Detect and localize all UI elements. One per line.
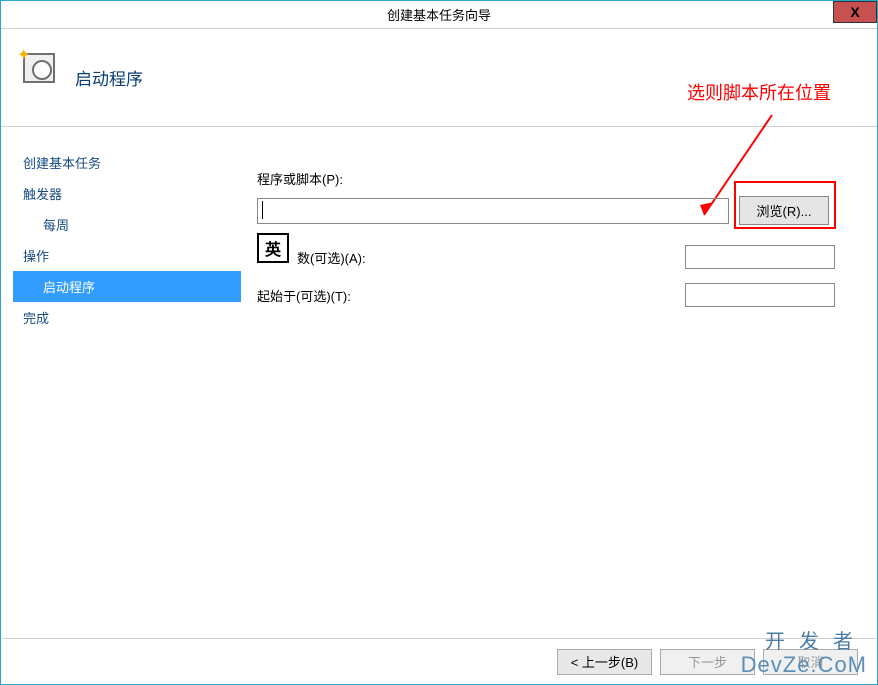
arguments-input[interactable]: [685, 245, 835, 269]
program-script-input[interactable]: [257, 198, 729, 224]
program-script-label: 程序或脚本(P):: [257, 169, 847, 188]
cancel-button[interactable]: 取消: [763, 649, 858, 675]
ime-indicator: 英: [257, 233, 289, 263]
wizard-window: 创建基本任务向导 X ✦ 启动程序 选则脚本所在位置 创建基本任务 触发器 每周…: [0, 0, 878, 685]
sidebar-item-trigger[interactable]: 触发器: [13, 178, 241, 209]
titlebar: 创建基本任务向导 X: [1, 1, 877, 29]
close-icon: X: [850, 4, 859, 20]
arguments-label: 数(可选)(A):: [257, 248, 685, 267]
wizard-body: 创建基本任务 触发器 每周 操作 启动程序 完成 程序或脚本(P): 浏览(R)…: [1, 127, 877, 637]
page-title: 启动程序: [75, 65, 143, 90]
text-cursor: [262, 201, 263, 219]
startin-label: 起始于(可选)(T):: [257, 286, 685, 305]
close-button[interactable]: X: [833, 1, 877, 23]
sidebar-item-create-basic-task[interactable]: 创建基本任务: [13, 147, 241, 178]
wizard-footer: < 上一步(B) 下一步 取消: [2, 638, 876, 684]
sidebar-item-weekly[interactable]: 每周: [13, 209, 241, 240]
wizard-header: ✦ 启动程序 选则脚本所在位置: [1, 29, 877, 127]
window-title: 创建基本任务向导: [387, 5, 491, 24]
browse-button[interactable]: 浏览(R)...: [739, 196, 829, 225]
wizard-content: 程序或脚本(P): 浏览(R)... 英 数(可选)(A): 起始于(可选)(T…: [241, 127, 877, 637]
sidebar-item-start-program[interactable]: 启动程序: [13, 271, 241, 302]
next-button: 下一步: [660, 649, 755, 675]
back-button[interactable]: < 上一步(B): [557, 649, 652, 675]
scheduler-icon: ✦: [19, 49, 57, 87]
annotation-text: 选则脚本所在位置: [687, 79, 831, 105]
sidebar-item-action[interactable]: 操作: [13, 240, 241, 271]
startin-input[interactable]: [685, 283, 835, 307]
wizard-sidebar: 创建基本任务 触发器 每周 操作 启动程序 完成: [1, 127, 241, 637]
sidebar-item-finish[interactable]: 完成: [13, 302, 241, 333]
